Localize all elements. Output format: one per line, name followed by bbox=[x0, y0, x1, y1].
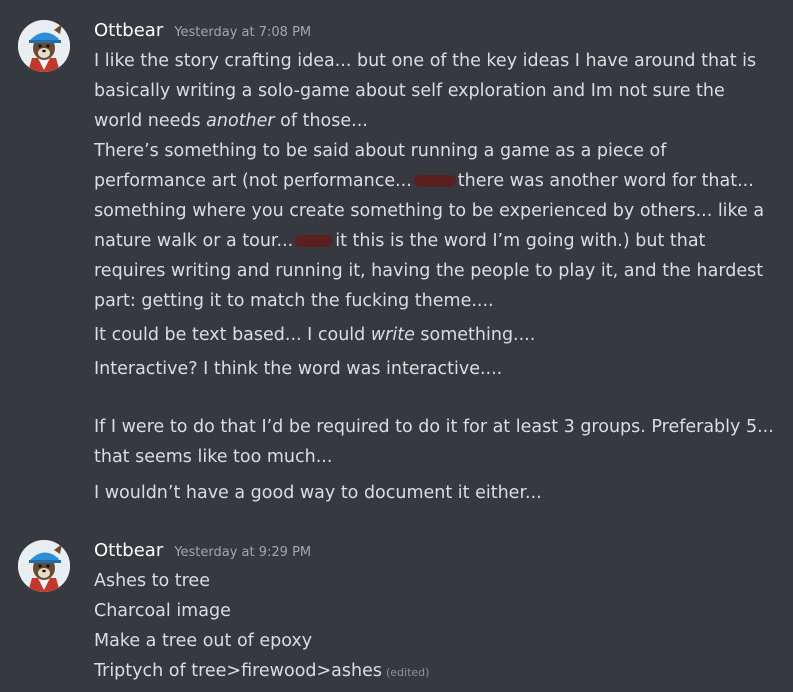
italic-text: write bbox=[370, 325, 415, 345]
message-line: something where you create something to … bbox=[94, 196, 764, 226]
message-text: Ashes to tree bbox=[94, 571, 210, 591]
redaction-mark bbox=[413, 175, 456, 187]
message-line: performance art (not performance... there… bbox=[94, 166, 754, 196]
message-text: basically writing a solo-game about self… bbox=[94, 81, 725, 101]
avatar-fox-icon bbox=[18, 540, 70, 592]
message-text: Triptych of tree>firewood>ashes bbox=[94, 661, 382, 681]
message-text: that seems like too much... bbox=[94, 447, 333, 467]
message-text: I like the story crafting idea... but on… bbox=[94, 51, 757, 71]
message-line: requires writing and running it, having … bbox=[94, 256, 763, 286]
username[interactable]: Ottbear bbox=[94, 20, 163, 41]
timestamp[interactable]: Yesterday at 9:29 PM bbox=[174, 545, 311, 560]
message-text: something where you create something to … bbox=[94, 201, 765, 221]
message-text: I wouldn’t have a good way to document i… bbox=[94, 483, 542, 503]
message-text: nature walk or a tour... bbox=[94, 231, 294, 251]
message-line: Triptych of tree>firewood>ashes (edited) bbox=[94, 656, 429, 686]
message-text: world needs bbox=[94, 111, 207, 131]
message-text: performance art (not performance... bbox=[94, 171, 412, 191]
message-text: something.... bbox=[414, 325, 536, 345]
message-header: Ottbear Yesterday at 7:08 PM bbox=[94, 20, 311, 44]
message-line: that seems like too much... bbox=[94, 442, 332, 472]
message-text: If I were to do that I’d be required to … bbox=[94, 417, 774, 437]
message-text: Interactive? I think the word was intera… bbox=[94, 359, 503, 379]
message-line: Make a tree out of epoxy bbox=[94, 626, 312, 656]
message-text: Make a tree out of epoxy bbox=[94, 631, 313, 651]
message-line: There’s something to be said about runni… bbox=[94, 136, 666, 166]
redaction-mark bbox=[295, 235, 334, 247]
message-line: world needs another of those... bbox=[94, 106, 368, 136]
message-line: Ashes to tree bbox=[94, 566, 210, 596]
message-text: requires writing and running it, having … bbox=[94, 261, 764, 281]
username[interactable]: Ottbear bbox=[94, 540, 163, 561]
message-text: part: getting it to match the fucking th… bbox=[94, 291, 494, 311]
message-line: If I were to do that I’d be required to … bbox=[94, 412, 774, 442]
message-header: Ottbear Yesterday at 9:29 PM bbox=[94, 540, 311, 564]
avatar-fox-icon bbox=[18, 20, 70, 72]
avatar[interactable] bbox=[18, 540, 70, 592]
message-text: It could be text based... I could bbox=[94, 325, 371, 345]
message-text: it this is the word I’m going with.) but… bbox=[335, 231, 706, 251]
italic-text: another bbox=[206, 111, 275, 131]
message-line: Charcoal image bbox=[94, 596, 231, 626]
message-line: nature walk or a tour... it this is the w… bbox=[94, 226, 705, 256]
message-text: Charcoal image bbox=[94, 601, 231, 621]
timestamp[interactable]: Yesterday at 7:08 PM bbox=[174, 25, 311, 40]
message-text: there was another word for that... bbox=[457, 171, 754, 191]
message-line: I wouldn’t have a good way to document i… bbox=[94, 478, 542, 508]
message-line: I like the story crafting idea... but on… bbox=[94, 46, 756, 76]
message-line: Interactive? I think the word was intera… bbox=[94, 354, 502, 384]
message-line: basically writing a solo-game about self… bbox=[94, 76, 725, 106]
edited-label[interactable]: (edited) bbox=[386, 666, 429, 679]
message-text: of those... bbox=[274, 111, 368, 131]
message-line: It could be text based... I could write … bbox=[94, 320, 535, 350]
avatar[interactable] bbox=[18, 20, 70, 72]
message-line: part: getting it to match the fucking th… bbox=[94, 286, 494, 316]
message-text: There’s something to be said about runni… bbox=[94, 141, 667, 161]
